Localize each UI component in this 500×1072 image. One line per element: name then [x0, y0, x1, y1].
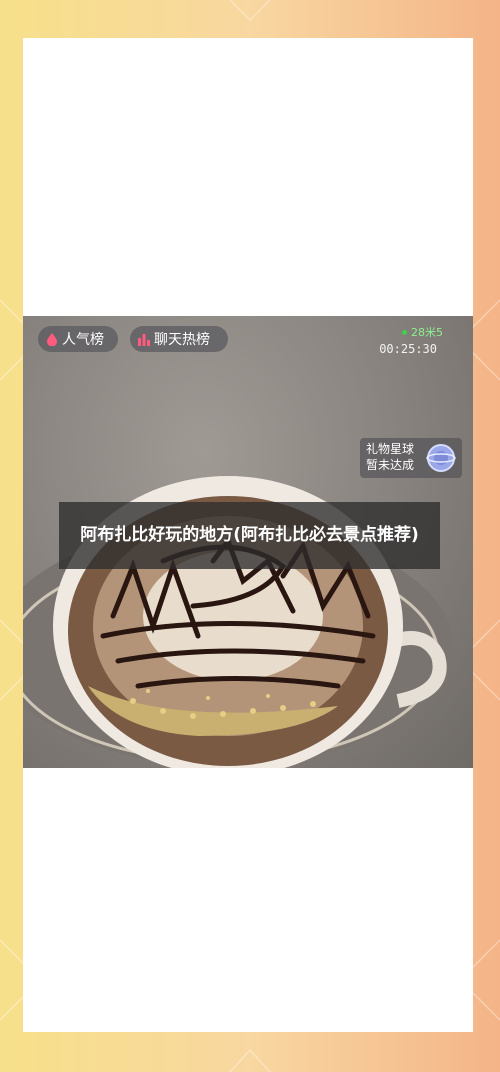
article-title: 阿布扎比好玩的地方(阿布扎比必去景点推荐) [80, 525, 419, 545]
gift-planet-widget[interactable]: 礼物星球 暂未达成 [360, 438, 462, 478]
chat-hot-pill[interactable]: 聊天热榜 [130, 326, 228, 352]
planet-icon [426, 443, 456, 477]
rank-pill-label: 人气榜 [62, 332, 104, 348]
live-status: 28米5 [402, 324, 443, 340]
live-timer: 00:25:30 [379, 342, 437, 356]
live-status-text: 28米5 [411, 326, 443, 339]
bar-chart-icon [138, 332, 150, 346]
rank-pill[interactable]: 人气榜 [38, 326, 118, 352]
article-title-banner: 阿布扎比好玩的地方(阿布扎比必去景点推荐) [59, 502, 440, 569]
chat-hot-pill-label: 聊天热榜 [154, 332, 210, 348]
flame-icon [46, 332, 58, 346]
live-dot-icon [402, 329, 407, 335]
